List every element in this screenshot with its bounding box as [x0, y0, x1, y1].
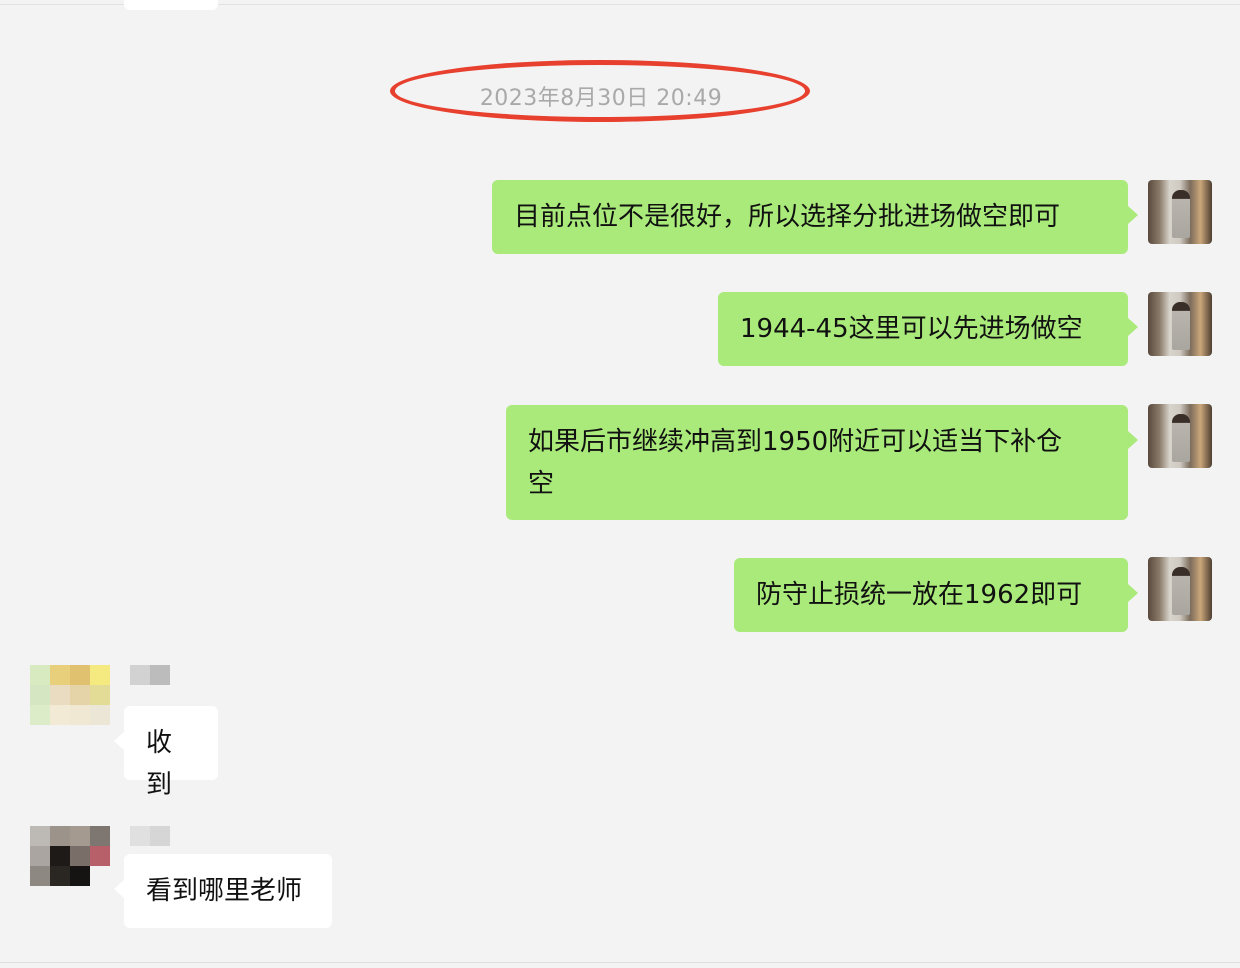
my-avatar[interactable] [1148, 404, 1212, 468]
outgoing-message[interactable]: 如果后市继续冲高到1950附近可以适当下补仓 空 [506, 405, 1138, 520]
chat-history[interactable]: 2023年8月30日 20:49 目前点位不是很好，所以选择分批进场做空即可 1… [0, 0, 1240, 968]
message-text: 1944-45这里可以先进场做空 [740, 314, 1083, 344]
previous-message-bubble [124, 0, 218, 10]
avatar-figure [1172, 567, 1190, 615]
bottom-divider [0, 962, 1240, 963]
message-text: 防守止损统一放在1962即可 [756, 580, 1083, 610]
avatar-figure [1172, 414, 1190, 462]
contact-name-blurred [130, 826, 170, 846]
outgoing-message[interactable]: 1944-45这里可以先进场做空 [718, 292, 1138, 366]
incoming-message[interactable]: 收到 [114, 706, 218, 800]
contact-name-blurred [130, 665, 170, 685]
message-timestamp: 2023年8月30日 20:49 [479, 86, 723, 111]
message-text: 收到 [146, 728, 173, 800]
message-text-line: 如果后市继续冲高到1950附近可以适当下补仓 [528, 427, 1063, 457]
my-avatar[interactable] [1148, 292, 1212, 356]
my-avatar[interactable] [1148, 180, 1212, 244]
outgoing-message[interactable]: 目前点位不是很好，所以选择分批进场做空即可 [492, 180, 1138, 254]
avatar-figure [1172, 190, 1190, 238]
my-avatar[interactable] [1148, 557, 1212, 621]
incoming-message[interactable]: 看到哪里老师 [114, 854, 332, 928]
outgoing-message[interactable]: 防守止损统一放在1962即可 [734, 558, 1138, 632]
contact-avatar[interactable] [30, 826, 110, 886]
avatar-figure [1172, 302, 1190, 350]
contact-avatar[interactable] [30, 665, 110, 725]
message-text-line: 空 [528, 469, 555, 499]
message-text: 目前点位不是很好，所以选择分批进场做空即可 [514, 202, 1061, 232]
timestamp-highlight: 2023年8月30日 20:49 [388, 58, 816, 130]
message-text: 看到哪里老师 [146, 876, 303, 906]
